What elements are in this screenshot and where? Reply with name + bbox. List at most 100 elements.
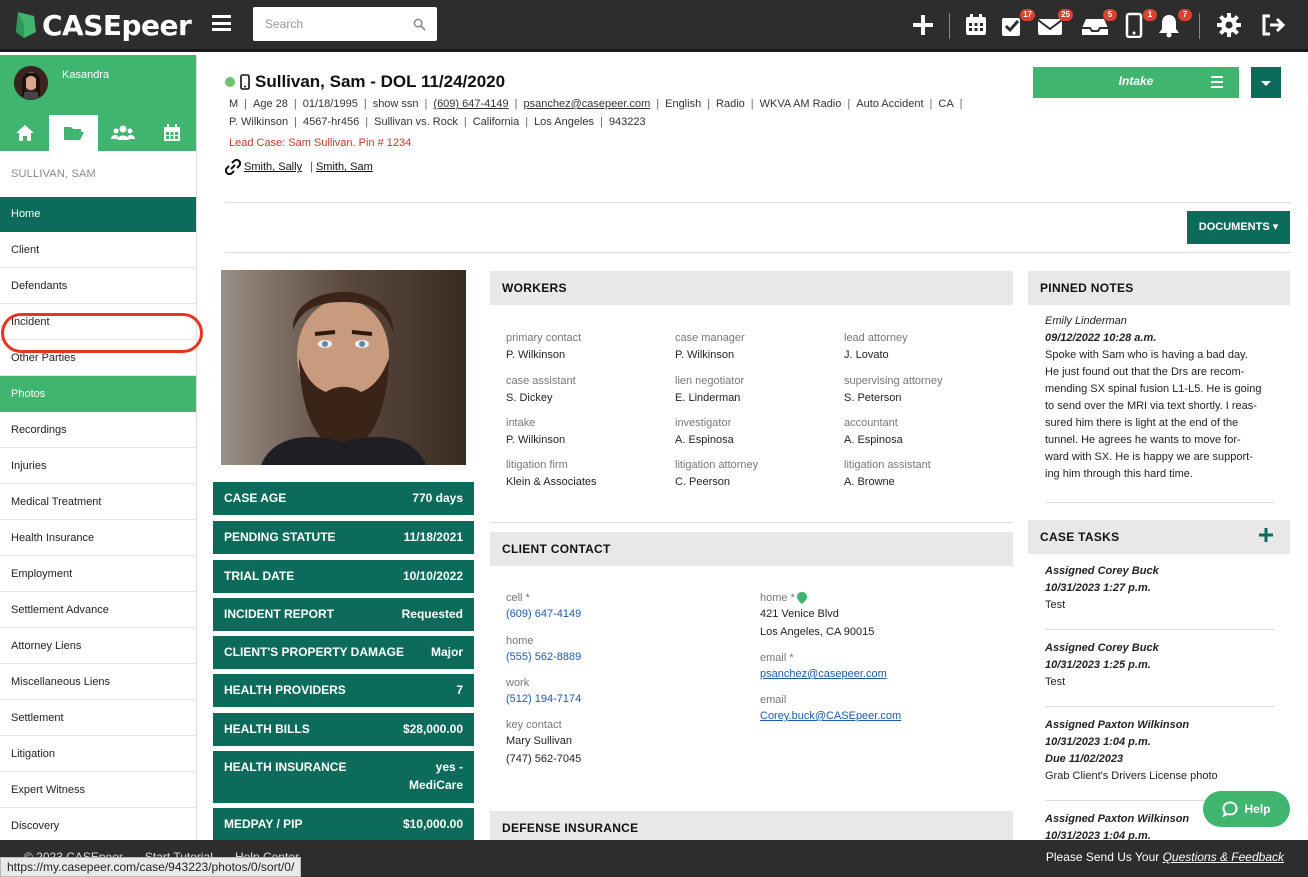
worker-name[interactable]: P. Wilkinson bbox=[506, 348, 666, 362]
sidebar-item-other-parties[interactable]: Other Parties bbox=[0, 340, 196, 376]
mail-button[interactable]: 25 bbox=[1037, 9, 1073, 38]
sidebar-item-expert-witness[interactable]: Expert Witness bbox=[0, 772, 196, 808]
home-phone: home (555) 562-8889 bbox=[506, 634, 581, 666]
sidebar-item-medical-treatment[interactable]: Medical Treatment bbox=[0, 484, 196, 520]
tab-calendar[interactable] bbox=[147, 115, 196, 151]
sidebar-item-miscellaneous-liens[interactable]: Miscellaneous Liens bbox=[0, 664, 196, 700]
sidebar-item-employment[interactable]: Employment bbox=[0, 556, 196, 592]
help-button[interactable]: Help bbox=[1203, 791, 1290, 827]
separator: | bbox=[424, 98, 428, 110]
case-tasks-header: CASE TASKS bbox=[1028, 520, 1290, 554]
sidebar-tabs bbox=[0, 115, 196, 151]
sidebar-item-injuries[interactable]: Injuries bbox=[0, 448, 196, 484]
task-due: Due 11/02/2023 bbox=[1045, 753, 1124, 765]
sidebar-item-litigation[interactable]: Litigation bbox=[0, 736, 196, 772]
client-portrait-image bbox=[221, 270, 466, 465]
note-date: 09/12/2022 10:28 a.m. bbox=[1045, 332, 1157, 344]
worker-role: supervising attorney bbox=[844, 375, 943, 387]
sidebar-item-recordings[interactable]: Recordings bbox=[0, 412, 196, 448]
sidebar-item-incident[interactable]: Incident bbox=[0, 304, 196, 340]
sidebar-item-home[interactable]: Home bbox=[0, 197, 196, 232]
gear-icon[interactable] bbox=[1216, 12, 1242, 38]
email-link[interactable]: psanchez@casepeer.com bbox=[524, 98, 651, 110]
sidebar-item-photos[interactable]: Photos bbox=[0, 376, 196, 412]
stat-value-line: 11/18/2021 bbox=[403, 530, 463, 544]
sidebar-item-attorney-liens[interactable]: Attorney Liens bbox=[0, 628, 196, 664]
worker-name[interactable]: C. Peerson bbox=[675, 475, 835, 489]
add-task-icon[interactable] bbox=[1258, 527, 1274, 543]
worker-name[interactable]: A. Espinosa bbox=[675, 433, 835, 447]
mail-badge: 25 bbox=[1058, 9, 1073, 21]
cell-label: cell * bbox=[506, 592, 530, 604]
map-pin-icon[interactable] bbox=[796, 592, 807, 604]
separator: | bbox=[365, 116, 369, 128]
worker-name[interactable]: A. Browne bbox=[844, 475, 1004, 489]
worker-name[interactable]: S. Peterson bbox=[844, 391, 1004, 405]
related-case-link[interactable]: Smith, Sally bbox=[244, 161, 302, 173]
feedback-link[interactable]: Questions & Feedback bbox=[1163, 850, 1284, 864]
search-icon[interactable] bbox=[413, 18, 426, 31]
sidebar-item-settlement[interactable]: Settlement bbox=[0, 700, 196, 736]
work-phone-link[interactable]: (512) 194-7174 bbox=[506, 693, 581, 705]
intake-dropdown-button[interactable] bbox=[1251, 67, 1281, 98]
client-photo[interactable] bbox=[221, 270, 466, 465]
search-input[interactable] bbox=[253, 7, 403, 41]
case-meta-item: Auto Accident bbox=[856, 98, 924, 110]
cell-phone-link[interactable]: (609) 647-4149 bbox=[506, 608, 581, 620]
add-icon[interactable] bbox=[910, 12, 936, 38]
casepeer-logo-icon bbox=[16, 12, 36, 38]
case-meta-item: 01/18/1995 bbox=[302, 98, 358, 110]
tab-home[interactable] bbox=[0, 115, 49, 151]
client-label: SULLIVAN, SAM bbox=[11, 168, 96, 180]
home-phone-link[interactable]: (555) 562-8889 bbox=[506, 651, 581, 663]
sidebar-item-settlement-advance[interactable]: Settlement Advance bbox=[0, 592, 196, 628]
calendar-icon[interactable] bbox=[963, 12, 989, 38]
notifications-button[interactable]: 7 bbox=[1156, 9, 1192, 38]
stat-value-line: 10/10/2022 bbox=[402, 569, 463, 583]
task-item[interactable]: Assigned Corey Buck 10/31/2023 1:27 p.m. T… bbox=[1045, 563, 1277, 614]
worker-name[interactable]: S. Dickey bbox=[506, 391, 666, 405]
phone-button[interactable]: 1 bbox=[1121, 9, 1157, 39]
intake-button[interactable]: Intake bbox=[1033, 67, 1239, 98]
home-label: home bbox=[506, 635, 534, 647]
logo[interactable]: CASEpeer bbox=[14, 8, 192, 42]
separator: | bbox=[363, 98, 367, 110]
logout-icon[interactable] bbox=[1260, 12, 1286, 38]
worker-name[interactable]: A. Espinosa bbox=[844, 433, 1004, 447]
tab-cases[interactable] bbox=[49, 115, 98, 151]
related-case-link[interactable]: Smith, Sam bbox=[316, 161, 373, 173]
worker-litigation-attorney: litigation attorney C. Peerson bbox=[675, 458, 835, 489]
email-link[interactable]: psanchez@casepeer.com bbox=[760, 668, 887, 680]
task-date: 10/31/2023 1:25 p.m. bbox=[1045, 659, 1151, 671]
stat-value: Major bbox=[431, 645, 463, 659]
stat-health-insurance: HEALTH INSURANCE yes - MediCare bbox=[213, 751, 474, 803]
sidebar-item-defendants[interactable]: Defendants bbox=[0, 268, 196, 304]
sidebar-item-health-insurance[interactable]: Health Insurance bbox=[0, 520, 196, 556]
note-line: Spoke with Sam who is having a bad day. bbox=[1045, 349, 1248, 361]
worker-accountant: accountant A. Espinosa bbox=[844, 416, 1004, 447]
tasks-button[interactable]: 17 bbox=[999, 9, 1035, 38]
sidebar-item-discovery[interactable]: Discovery bbox=[0, 808, 196, 840]
worker-name[interactable]: P. Wilkinson bbox=[675, 348, 835, 362]
worker-name[interactable]: J. Lovato bbox=[844, 348, 1004, 362]
worker-name[interactable]: P. Wilkinson bbox=[506, 433, 666, 447]
worker-litigation-assistant: litigation assistant A. Browne bbox=[844, 458, 1004, 489]
feedback-prefix: Please Send Us Your bbox=[1045, 850, 1163, 864]
tab-contacts[interactable] bbox=[98, 115, 147, 151]
documents-button[interactable]: DOCUMENTS ▾ bbox=[1187, 211, 1290, 244]
task-item[interactable]: Assigned Corey Buck 10/31/2023 1:25 p.m. T… bbox=[1045, 640, 1277, 691]
inbox-button[interactable]: 5 bbox=[1081, 9, 1117, 38]
logo-text: CASEpeer bbox=[42, 8, 192, 42]
task-item[interactable]: Assigned Paxton Wilkinson 10/31/2023 1:04… bbox=[1045, 717, 1277, 785]
show-ssn-link[interactable]: show ssn bbox=[373, 98, 419, 110]
worker-name[interactable]: Klein & Associates bbox=[506, 475, 666, 489]
secondary-email: email Corey.buck@CASEpeer.com bbox=[760, 693, 901, 725]
email-link[interactable]: Corey.buck@CASEpeer.com bbox=[760, 710, 901, 722]
phone-link[interactable]: (609) 647-4149 bbox=[433, 98, 508, 110]
separator: | bbox=[929, 98, 933, 110]
avatar[interactable] bbox=[14, 66, 48, 100]
worker-name[interactable]: E. Linderman bbox=[675, 391, 835, 405]
menu-icon[interactable] bbox=[212, 15, 231, 31]
worker-intake: intake P. Wilkinson bbox=[506, 416, 666, 447]
sidebar-item-client[interactable]: Client bbox=[0, 232, 196, 268]
